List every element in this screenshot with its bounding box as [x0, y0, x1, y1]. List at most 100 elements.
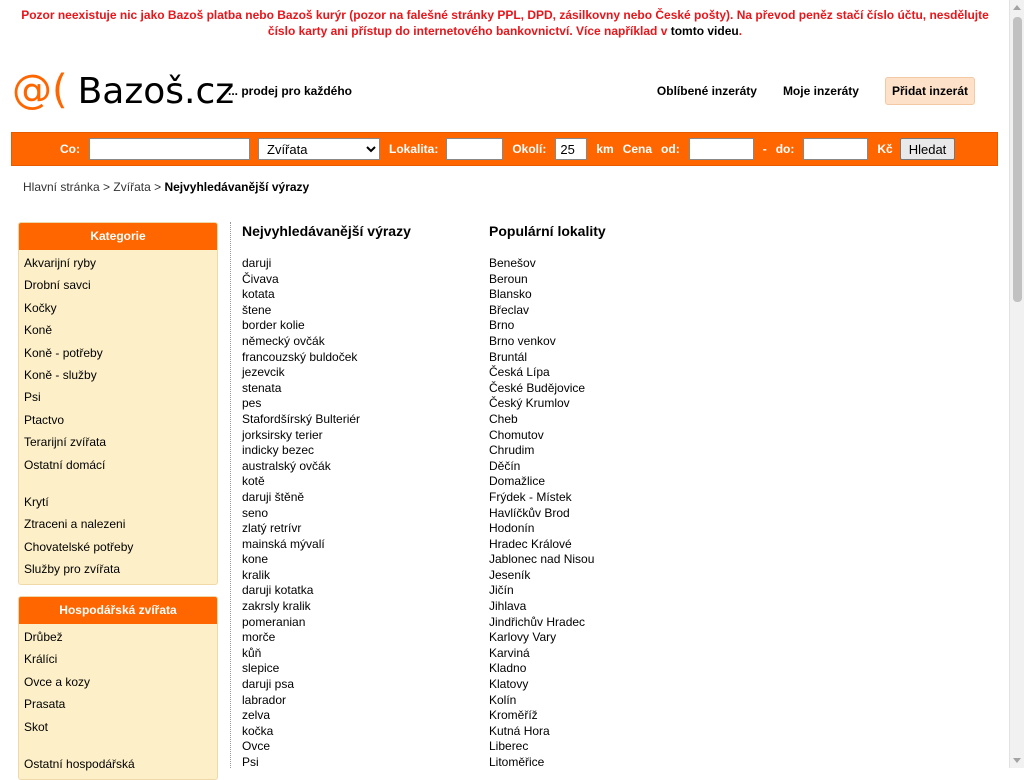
category-link[interactable]: Chovatelské potřeby	[24, 540, 133, 554]
top-search-link[interactable]: jezevcik	[242, 365, 285, 379]
category-link[interactable]: Ztraceni a nalezeni	[24, 517, 125, 531]
what-input[interactable]	[89, 138, 250, 160]
search-button[interactable]: Hledat	[899, 138, 956, 160]
top-search-link[interactable]: Ovce	[242, 739, 270, 753]
my-ads-link[interactable]: Moje inzeráty	[783, 84, 859, 98]
scrollbar-thumb[interactable]	[1013, 17, 1022, 302]
location-link[interactable]: Kolín	[489, 693, 516, 707]
category-link[interactable]: Psi	[24, 390, 41, 404]
category-link[interactable]: Drobní savci	[24, 278, 91, 292]
location-link[interactable]: Bruntál	[489, 350, 527, 364]
location-link[interactable]: Blansko	[489, 287, 532, 301]
vertical-scrollbar[interactable]	[1009, 0, 1024, 768]
top-search-link[interactable]: stenata	[242, 381, 281, 395]
top-search-link[interactable]: francouzský buldoček	[242, 350, 357, 364]
scroll-down-arrow-icon[interactable]	[1013, 758, 1021, 763]
top-search-link[interactable]: kralik	[242, 568, 270, 582]
location-link[interactable]: Domažlice	[489, 474, 545, 488]
top-search-link[interactable]: Stafordšírský Bulteriér	[242, 412, 360, 426]
category-link[interactable]: Služby pro zvířata	[24, 562, 120, 576]
category-select[interactable]: Zvířata	[258, 138, 380, 160]
top-search-link[interactable]: kone	[242, 552, 268, 566]
location-link[interactable]: Jeseník	[489, 568, 530, 582]
top-search-link[interactable]: mainská mývalí	[242, 537, 325, 551]
top-search-link[interactable]: pomeranian	[242, 615, 305, 629]
add-ad-button[interactable]: Přidat inzerát	[884, 77, 975, 105]
breadcrumb-home[interactable]: Hlavní stránka	[23, 180, 100, 194]
category-link[interactable]: Ptactvo	[24, 413, 64, 427]
location-link[interactable]: Chomutov	[489, 428, 544, 442]
farm-link[interactable]: Králíci	[24, 652, 57, 666]
favorites-link[interactable]: Oblíbené inzeráty	[657, 84, 757, 98]
location-link[interactable]: Jičín	[489, 583, 514, 597]
location-link[interactable]: Cheb	[489, 412, 518, 426]
farm-link[interactable]: Drůbež	[24, 630, 63, 644]
location-link[interactable]: Klatovy	[489, 677, 528, 691]
radius-input[interactable]	[555, 138, 588, 160]
category-link[interactable]: Kočky	[24, 301, 57, 315]
location-link[interactable]: Hodonín	[489, 521, 534, 535]
location-link[interactable]: Jindřichův Hradec	[489, 615, 585, 629]
location-link[interactable]: Karlovy Vary	[489, 630, 556, 644]
top-search-link[interactable]: štene	[242, 303, 271, 317]
farm-link[interactable]: Ovce a kozy	[24, 675, 90, 689]
location-link[interactable]: České Budějovice	[489, 381, 585, 395]
top-search-link[interactable]: daruji kotatka	[242, 583, 313, 597]
top-search-link[interactable]: slepice	[242, 661, 279, 675]
price-from-input[interactable]	[688, 138, 754, 160]
location-link[interactable]: Děčín	[489, 459, 520, 473]
location-link[interactable]: Liberec	[489, 739, 528, 753]
location-link[interactable]: Havlíčkův Brod	[489, 506, 570, 520]
location-link[interactable]: Benešov	[489, 256, 536, 270]
top-search-link[interactable]: morče	[242, 630, 275, 644]
price-to-input[interactable]	[803, 138, 869, 160]
category-link[interactable]: Akvarijní ryby	[24, 256, 96, 270]
category-link[interactable]: Koně	[24, 323, 52, 337]
category-link[interactable]: Koně - potřeby	[24, 346, 103, 360]
top-search-link[interactable]: seno	[242, 506, 268, 520]
farm-link[interactable]: Skot	[24, 720, 48, 734]
category-link[interactable]: Krytí	[24, 495, 49, 509]
top-search-link[interactable]: jorksirsky terier	[242, 428, 323, 442]
location-link[interactable]: Frýdek - Místek	[489, 490, 572, 504]
top-search-link[interactable]: kůň	[242, 646, 261, 660]
top-search-link[interactable]: kotě	[242, 474, 265, 488]
location-link[interactable]: Chrudim	[489, 443, 534, 457]
location-link[interactable]: Brno	[489, 318, 514, 332]
top-search-link[interactable]: Čivava	[242, 272, 279, 286]
top-search-link[interactable]: pes	[242, 396, 261, 410]
top-search-link[interactable]: kočka	[242, 724, 273, 738]
location-link[interactable]: Český Krumlov	[489, 396, 570, 410]
breadcrumb-section[interactable]: Zvířata	[113, 180, 150, 194]
top-search-link[interactable]: australský ovčák	[242, 459, 331, 473]
category-link[interactable]: Koně - služby	[24, 368, 97, 382]
scroll-up-arrow-icon[interactable]	[1013, 5, 1021, 10]
location-input[interactable]	[446, 138, 504, 160]
location-link[interactable]: Karviná	[489, 646, 530, 660]
location-link[interactable]: Jablonec nad Nisou	[489, 552, 594, 566]
site-logo[interactable]: @( Bazoš.cz	[12, 70, 234, 112]
warning-video-link[interactable]: tomto videu	[671, 24, 739, 38]
location-link[interactable]: Hradec Králové	[489, 537, 572, 551]
location-link[interactable]: Brno venkov	[489, 334, 556, 348]
top-search-link[interactable]: zelva	[242, 708, 270, 722]
location-link[interactable]: Břeclav	[489, 303, 529, 317]
top-search-link[interactable]: daruji psa	[242, 677, 294, 691]
location-link[interactable]: Beroun	[489, 272, 528, 286]
location-link[interactable]: Česká Lípa	[489, 365, 550, 379]
location-link[interactable]: Kutná Hora	[489, 724, 550, 738]
top-search-link[interactable]: daruji štěně	[242, 490, 304, 504]
top-search-link[interactable]: kotata	[242, 287, 275, 301]
top-search-link[interactable]: zakrsly kralik	[242, 599, 311, 613]
top-search-link[interactable]: německý ovčák	[242, 334, 325, 348]
farm-link[interactable]: Prasata	[24, 697, 65, 711]
category-link[interactable]: Terarijní zvířata	[24, 435, 106, 449]
location-link[interactable]: Kroměříž	[489, 708, 538, 722]
top-search-link[interactable]: Psi	[242, 755, 259, 769]
top-search-link[interactable]: border kolie	[242, 318, 305, 332]
category-link[interactable]: Ostatní domácí	[24, 458, 105, 472]
location-link[interactable]: Kladno	[489, 661, 526, 675]
top-search-link[interactable]: indicky bezec	[242, 443, 314, 457]
farm-link[interactable]: Ostatní hospodářská	[24, 757, 135, 771]
top-search-link[interactable]: zlatý retrívr	[242, 521, 301, 535]
